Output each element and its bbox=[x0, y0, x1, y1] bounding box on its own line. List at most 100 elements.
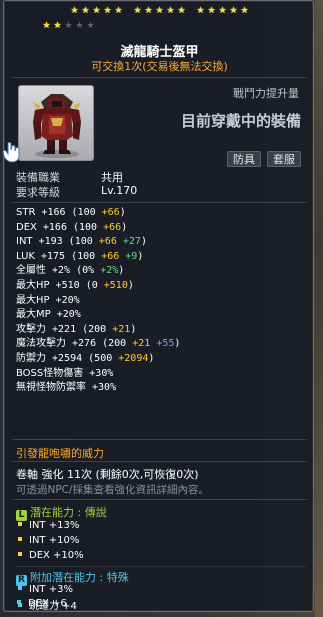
stat-line: INT +193 (100 +66 +27) bbox=[16, 236, 147, 248]
stat-total: +221 bbox=[46, 323, 83, 335]
stat-line: 防禦力 +2594 (500 +2094) bbox=[16, 353, 154, 365]
stat-close: ) bbox=[148, 353, 155, 364]
divider bbox=[12, 202, 307, 203]
star-filled-icon: ★ bbox=[218, 6, 227, 16]
stat-bonus: +9 bbox=[119, 250, 138, 262]
star-filled-icon: ★ bbox=[240, 6, 249, 16]
star-filled-icon: ★ bbox=[196, 6, 205, 16]
stat-close: ) bbox=[127, 280, 134, 291]
star-filled-icon: ★ bbox=[177, 6, 186, 16]
hand-cursor-icon bbox=[2, 141, 20, 163]
requirement-value: Lv.170 bbox=[101, 184, 138, 197]
star-filled-icon: ★ bbox=[81, 6, 90, 16]
stat-label: 最大HP bbox=[16, 294, 50, 306]
stat-total: +30% bbox=[86, 382, 117, 394]
item-tooltip: ★ ★ ★ ★ ★ ★ ★ ★ ★ ★ ★ ★ ★ ★ ★ ★ ★ ★ ★ ★ 滅龍騎士盔甲 可交換1次(交易後無法… bbox=[0, 0, 315, 612]
game-scene-edge bbox=[315, 0, 323, 617]
requirement-job: 裝備職業 共用 bbox=[16, 169, 123, 185]
stat-close: ) bbox=[140, 236, 147, 248]
bullet-icon bbox=[18, 586, 22, 590]
stat-close: ) bbox=[119, 207, 126, 218]
star-force-row-1: ★ ★ ★ ★ ★ ★ ★ ★ ★ ★ ★ ★ ★ ★ ★ bbox=[4, 5, 315, 17]
bullet-icon bbox=[18, 552, 22, 556]
power-change-value: 目前穿戴中的裝備 bbox=[180, 112, 301, 130]
stat-bonus: +21 bbox=[126, 338, 151, 350]
stat-total: +166 bbox=[35, 207, 72, 218]
stat-line: 攻擊力 +221 (200 +21) bbox=[16, 324, 136, 336]
star-empty-icon: ★ bbox=[64, 21, 73, 31]
stat-close: ) bbox=[137, 250, 144, 262]
stat-close: ) bbox=[174, 338, 181, 350]
stat-total: +175 bbox=[34, 250, 72, 262]
stat-label: BOSS怪物傷害 bbox=[16, 367, 84, 379]
stat-close: ) bbox=[121, 221, 128, 233]
star-empty-icon: ★ bbox=[75, 21, 84, 31]
star-empty-icon: ★ bbox=[86, 21, 95, 31]
stat-line: 魔法攻擊力 +276 (200 +21 +55) bbox=[16, 338, 180, 350]
soul-effect: 引發龍咆嘯的威力 bbox=[16, 447, 104, 460]
stat-total: +20% bbox=[50, 309, 81, 321]
stat-line: 最大MP +20% bbox=[16, 309, 81, 321]
power-change-label: 戰鬥力提升量 bbox=[233, 87, 299, 100]
stat-line: 最大HP +510 (0 +510) bbox=[16, 280, 134, 292]
stat-line: BOSS怪物傷害 +30% bbox=[16, 368, 113, 380]
stat-bonus: +27 bbox=[116, 236, 141, 248]
requirement-label: 裝備職業 bbox=[16, 171, 60, 184]
stat-base: (500 bbox=[88, 353, 113, 364]
stat-base: (200 bbox=[82, 323, 107, 335]
stat-bonus: +510 bbox=[97, 280, 128, 291]
stat-base: (100 bbox=[73, 221, 98, 233]
stat-base: (0 bbox=[85, 280, 98, 291]
star-filled-icon: ★ bbox=[53, 21, 62, 31]
star-force-row-2: ★ ★ ★ ★ ★ bbox=[0, 20, 224, 32]
stat-total: +166 bbox=[36, 221, 73, 233]
bonus-potential-grade: 特殊 bbox=[106, 571, 129, 584]
stat-label: 防禦力 bbox=[16, 353, 46, 364]
item-icon-frame bbox=[18, 85, 94, 161]
stat-label: LUK bbox=[16, 250, 35, 262]
star-filled-icon: ★ bbox=[207, 6, 216, 16]
stat-total: +510 bbox=[49, 280, 86, 291]
stat-base: (100 bbox=[71, 250, 96, 262]
star-filled-icon: ★ bbox=[229, 6, 238, 16]
stat-line: 全屬性 +2% (0% +2%) bbox=[16, 265, 124, 277]
stat-line: 最大HP +20% bbox=[16, 295, 80, 307]
divider bbox=[12, 439, 307, 440]
stat-label: 全屬性 bbox=[16, 265, 46, 277]
divider bbox=[12, 461, 307, 462]
stat-label: STR bbox=[16, 207, 36, 218]
bonus-potential-title: 附加潛在能力 : bbox=[30, 571, 107, 584]
stat-line: STR +166 (100 +66) bbox=[16, 207, 126, 219]
trade-status: 可交換1次(交易後無法交換) bbox=[91, 60, 228, 73]
potential-line: INT +10% bbox=[18, 535, 79, 546]
star-filled-icon: ★ bbox=[42, 21, 51, 31]
potential-line: DEX +10% bbox=[18, 550, 84, 561]
bonus-potential-line: INT +3% bbox=[18, 584, 73, 595]
stat-label: 最大MP bbox=[16, 309, 51, 321]
stat-base: (100 bbox=[68, 236, 93, 248]
potential-header: L 潛在能力 : 傳說 bbox=[16, 504, 107, 521]
tag-set: 套服 bbox=[267, 151, 301, 167]
stat-bonus: +66 bbox=[97, 221, 122, 233]
tag-armor: 防具 bbox=[227, 151, 261, 167]
stat-label: 無視怪物防禦率 bbox=[16, 382, 86, 394]
stat-close: ) bbox=[118, 265, 125, 277]
stat-line: 無視怪物防禦率 +30% bbox=[16, 382, 116, 394]
enhance-hint: 可透過NPC/採集查看強化資訊詳細內容。 bbox=[16, 484, 210, 496]
star-filled-icon: ★ bbox=[144, 6, 153, 16]
stat-bonus: +55 bbox=[150, 338, 175, 350]
star-filled-icon: ★ bbox=[103, 6, 112, 16]
star-filled-icon: ★ bbox=[166, 6, 175, 16]
divider bbox=[12, 499, 307, 500]
bullet-icon bbox=[18, 537, 22, 541]
stat-bonus: +66 bbox=[95, 250, 120, 262]
bullet-icon bbox=[17, 600, 21, 604]
stat-label: 魔法攻擊力 bbox=[16, 338, 66, 350]
scroll-upgrade-info: 卷軸 強化 11次 (剩餘0次,可恢復0次) bbox=[16, 468, 199, 481]
bullet-icon bbox=[18, 522, 22, 526]
potential-title: 潛在能力 : bbox=[30, 506, 85, 519]
stat-bonus: +2% bbox=[94, 265, 119, 277]
bonus-potential-line: DEX +6 bbox=[17, 598, 67, 609]
stat-total: +2594 bbox=[46, 353, 89, 364]
requirement-value: 共用 bbox=[101, 171, 123, 184]
